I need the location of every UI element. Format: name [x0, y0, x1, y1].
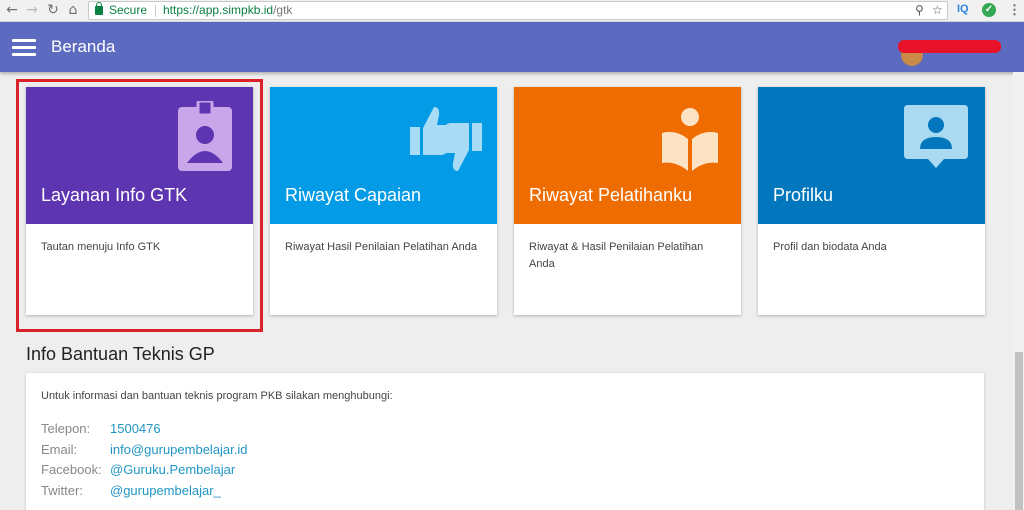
home-icon[interactable]: ⌂	[65, 2, 81, 18]
highlight-box	[16, 79, 263, 332]
card-description: Profil dan biodata Anda	[773, 241, 887, 253]
card-header: Riwayat Capaian	[270, 87, 497, 224]
card-riwayat-pelatihanku[interactable]: Riwayat Pelatihanku Riwayat & Hasil Peni…	[514, 87, 741, 315]
contact-label: Facebook:	[41, 462, 102, 477]
reload-icon[interactable]: ↻	[45, 2, 61, 18]
card-title: Riwayat Pelatihanku	[529, 185, 693, 205]
extension-iq-icon[interactable]: IQ	[957, 3, 969, 15]
secure-label: Secure	[109, 3, 148, 17]
card-title: Profilku	[773, 185, 834, 205]
profile-card-icon	[904, 105, 968, 168]
email-link[interactable]: info@gurupembelajar.id	[110, 442, 248, 457]
redacted-user-name	[898, 40, 1001, 53]
card-title: Riwayat Capaian	[285, 185, 422, 205]
url-text: https://app.simpkb.id/gtk	[163, 2, 292, 19]
address-bar[interactable]: Secure https://app.simpkb.id/gtk ⚲ ☆	[88, 1, 948, 20]
contact-label: Telepon:	[41, 421, 91, 436]
hamburger-menu-icon[interactable]	[12, 39, 36, 56]
support-card: Untuk informasi dan bantuan teknis progr…	[26, 373, 984, 510]
browser-menu-icon[interactable]: ⋮	[1008, 2, 1021, 18]
card-description: Riwayat Hasil Penilaian Pelatihan Anda	[285, 241, 478, 253]
card-profilku[interactable]: Profilku Profil dan biodata Anda	[758, 87, 985, 315]
lock-icon	[95, 2, 103, 15]
forward-arrow-icon[interactable]: →	[24, 2, 40, 18]
app-bar: Beranda	[0, 22, 1024, 72]
contact-label: Twitter:	[41, 483, 83, 498]
reading-book-icon	[662, 108, 718, 171]
url-path: /gtk	[273, 3, 293, 17]
url-host: https://app.simpkb.id	[163, 3, 274, 17]
twitter-link[interactable]: @gurupembelajar_	[110, 483, 221, 498]
thumbs-up-down-icon	[410, 107, 482, 171]
page-title: Beranda	[51, 37, 116, 56]
phone-link[interactable]: 1500476	[110, 421, 161, 436]
star-icon[interactable]: ☆	[932, 2, 943, 19]
browser-toolbar: ← → ↻ ⌂ Secure https://app.simpkb.id/gtk…	[0, 0, 1024, 22]
address-separator	[155, 5, 156, 17]
contact-label: Email:	[41, 442, 78, 457]
card-description: Riwayat & Hasil Penilaian Pelatihan Anda	[529, 241, 704, 270]
section-title: Info Bantuan Teknis GP	[26, 344, 215, 364]
support-intro: Untuk informasi dan bantuan teknis progr…	[41, 390, 393, 402]
card-header: Riwayat Pelatihanku	[514, 87, 741, 224]
extension-check-icon[interactable]: ✓	[982, 3, 996, 17]
key-icon[interactable]: ⚲	[915, 2, 924, 19]
card-riwayat-capaian[interactable]: Riwayat Capaian Riwayat Hasil Penilaian …	[270, 87, 497, 315]
back-arrow-icon[interactable]: ←	[4, 2, 20, 18]
scrollbar-thumb[interactable]	[1015, 352, 1023, 510]
card-header: Profilku	[758, 87, 985, 224]
facebook-link[interactable]: @Guruku.Pembelajar	[110, 462, 235, 477]
